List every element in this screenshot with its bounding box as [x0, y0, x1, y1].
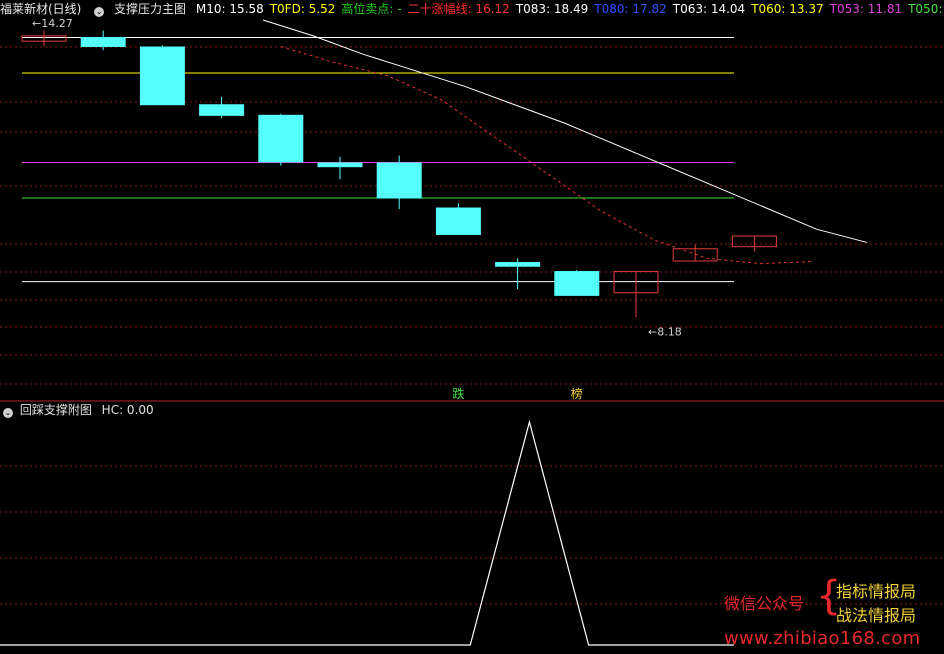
indicator-title: 支撑压力主图: [114, 2, 187, 16]
header-value: T063: 14.04: [672, 2, 746, 16]
candle-body: [80, 36, 126, 47]
stock-title: 福莱新材(日线): [0, 2, 82, 16]
price-annotation: ←14.27: [32, 17, 73, 30]
rise-polyline: [280, 45, 814, 265]
header-values: M10: 15.58 T0FD: 5.52 高位卖点: - 二十涨幅线: 16.12 T…: [196, 2, 944, 16]
candle-body: [317, 162, 363, 168]
sub-header: ⌄ 回踩支撑附图 HC: 0.00: [0, 401, 154, 419]
chart-canvas: ←14.27 ←8.18 跌 榜: [0, 17, 944, 646]
candle-body: [554, 271, 600, 296]
main-header: 福莱新材(日线) ⌄ 支撑压力主图 M10: 15.58 T0FD: 5.52 高位…: [0, 0, 944, 18]
m10-polyline: [262, 19, 868, 243]
collapse-icon[interactable]: ⌄: [3, 408, 13, 418]
header-value: T080: 17.82: [594, 2, 667, 16]
candle-body: [199, 104, 245, 116]
header-value: T050: 11.14: [908, 2, 944, 16]
header-value: 高位卖点: -: [341, 2, 402, 16]
watermark-url: www.zhibiao168.com: [724, 628, 921, 649]
candle-body: [495, 262, 541, 267]
hc-value: HC: 0.00: [101, 403, 154, 417]
signal-marker: 跌: [452, 386, 464, 401]
sub-indicator-title: 回踩支撑附图: [19, 403, 92, 417]
m10-line: [262, 19, 868, 243]
header-value: M10: 15.58: [195, 2, 264, 16]
watermark-right-2: 战法情报局: [836, 606, 917, 625]
price-annotation: ←8.18: [648, 326, 682, 339]
candle-body: [258, 114, 304, 163]
watermark: 微信公众号 { 指标情报局 战法情报局 www.zhibiao168.com: [724, 576, 936, 652]
candle-body: [376, 162, 422, 199]
watermark-right-1: 指标情报局: [836, 582, 917, 601]
hc-line: [0, 419, 734, 646]
rise-line: [280, 45, 814, 265]
candles: [21, 30, 777, 318]
header-value: 二十涨幅线: 16.12: [407, 2, 510, 16]
header-value: T053: 11.81: [829, 2, 903, 16]
watermark-left: 微信公众号: [724, 594, 805, 613]
support-lines: [22, 36, 734, 283]
signal-marker: 榜: [571, 386, 583, 401]
collapse-icon[interactable]: ⌄: [94, 7, 105, 17]
candle-body: [435, 207, 481, 235]
header-value: T0FD: 5.52: [269, 2, 336, 16]
candle-body: [139, 46, 185, 106]
header-value: T060: 13.37: [751, 2, 824, 16]
header-value: T083: 18.49: [515, 2, 589, 16]
annotations: ←14.27 ←8.18 跌 榜: [32, 17, 682, 401]
